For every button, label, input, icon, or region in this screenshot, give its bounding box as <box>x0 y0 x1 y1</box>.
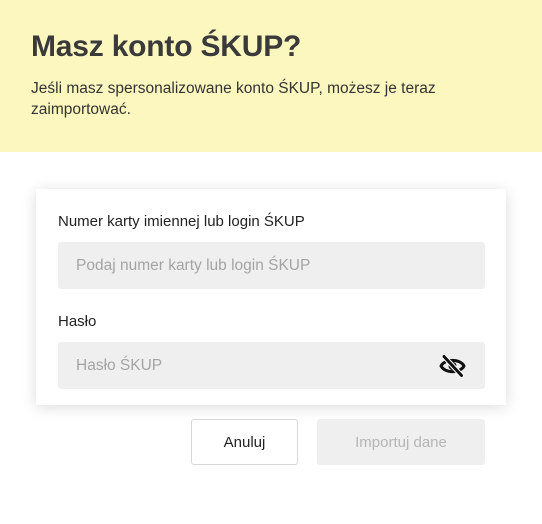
cancel-button[interactable]: Anuluj <box>191 419 298 465</box>
login-input-placeholder: Podaj numer karty lub login ŚKUP <box>76 257 311 274</box>
banner-description: Jeśli masz spersonalizowane konto ŚKUP, … <box>31 80 436 118</box>
import-data-button[interactable]: Importuj dane <box>317 419 485 465</box>
password-field-label: Hasło <box>58 313 97 330</box>
banner-title: Masz konto ŚKUP? <box>31 30 302 63</box>
login-field-label: Numer karty imiennej lub login ŚKUP <box>58 213 305 230</box>
info-banner: Masz konto ŚKUP? Jeśli masz spersonalizo… <box>0 0 542 152</box>
eye-slash-icon <box>439 353 465 378</box>
password-visibility-toggle[interactable] <box>438 352 466 379</box>
password-input[interactable]: Hasło ŚKUP <box>58 342 485 389</box>
login-input[interactable]: Podaj numer karty lub login ŚKUP <box>58 242 485 289</box>
password-input-placeholder: Hasło ŚKUP <box>76 357 163 374</box>
login-form-card: Numer karty imiennej lub login ŚKUP Poda… <box>36 189 506 405</box>
import-account-dialog: Masz konto ŚKUP? Jeśli masz spersonalizo… <box>0 0 542 524</box>
